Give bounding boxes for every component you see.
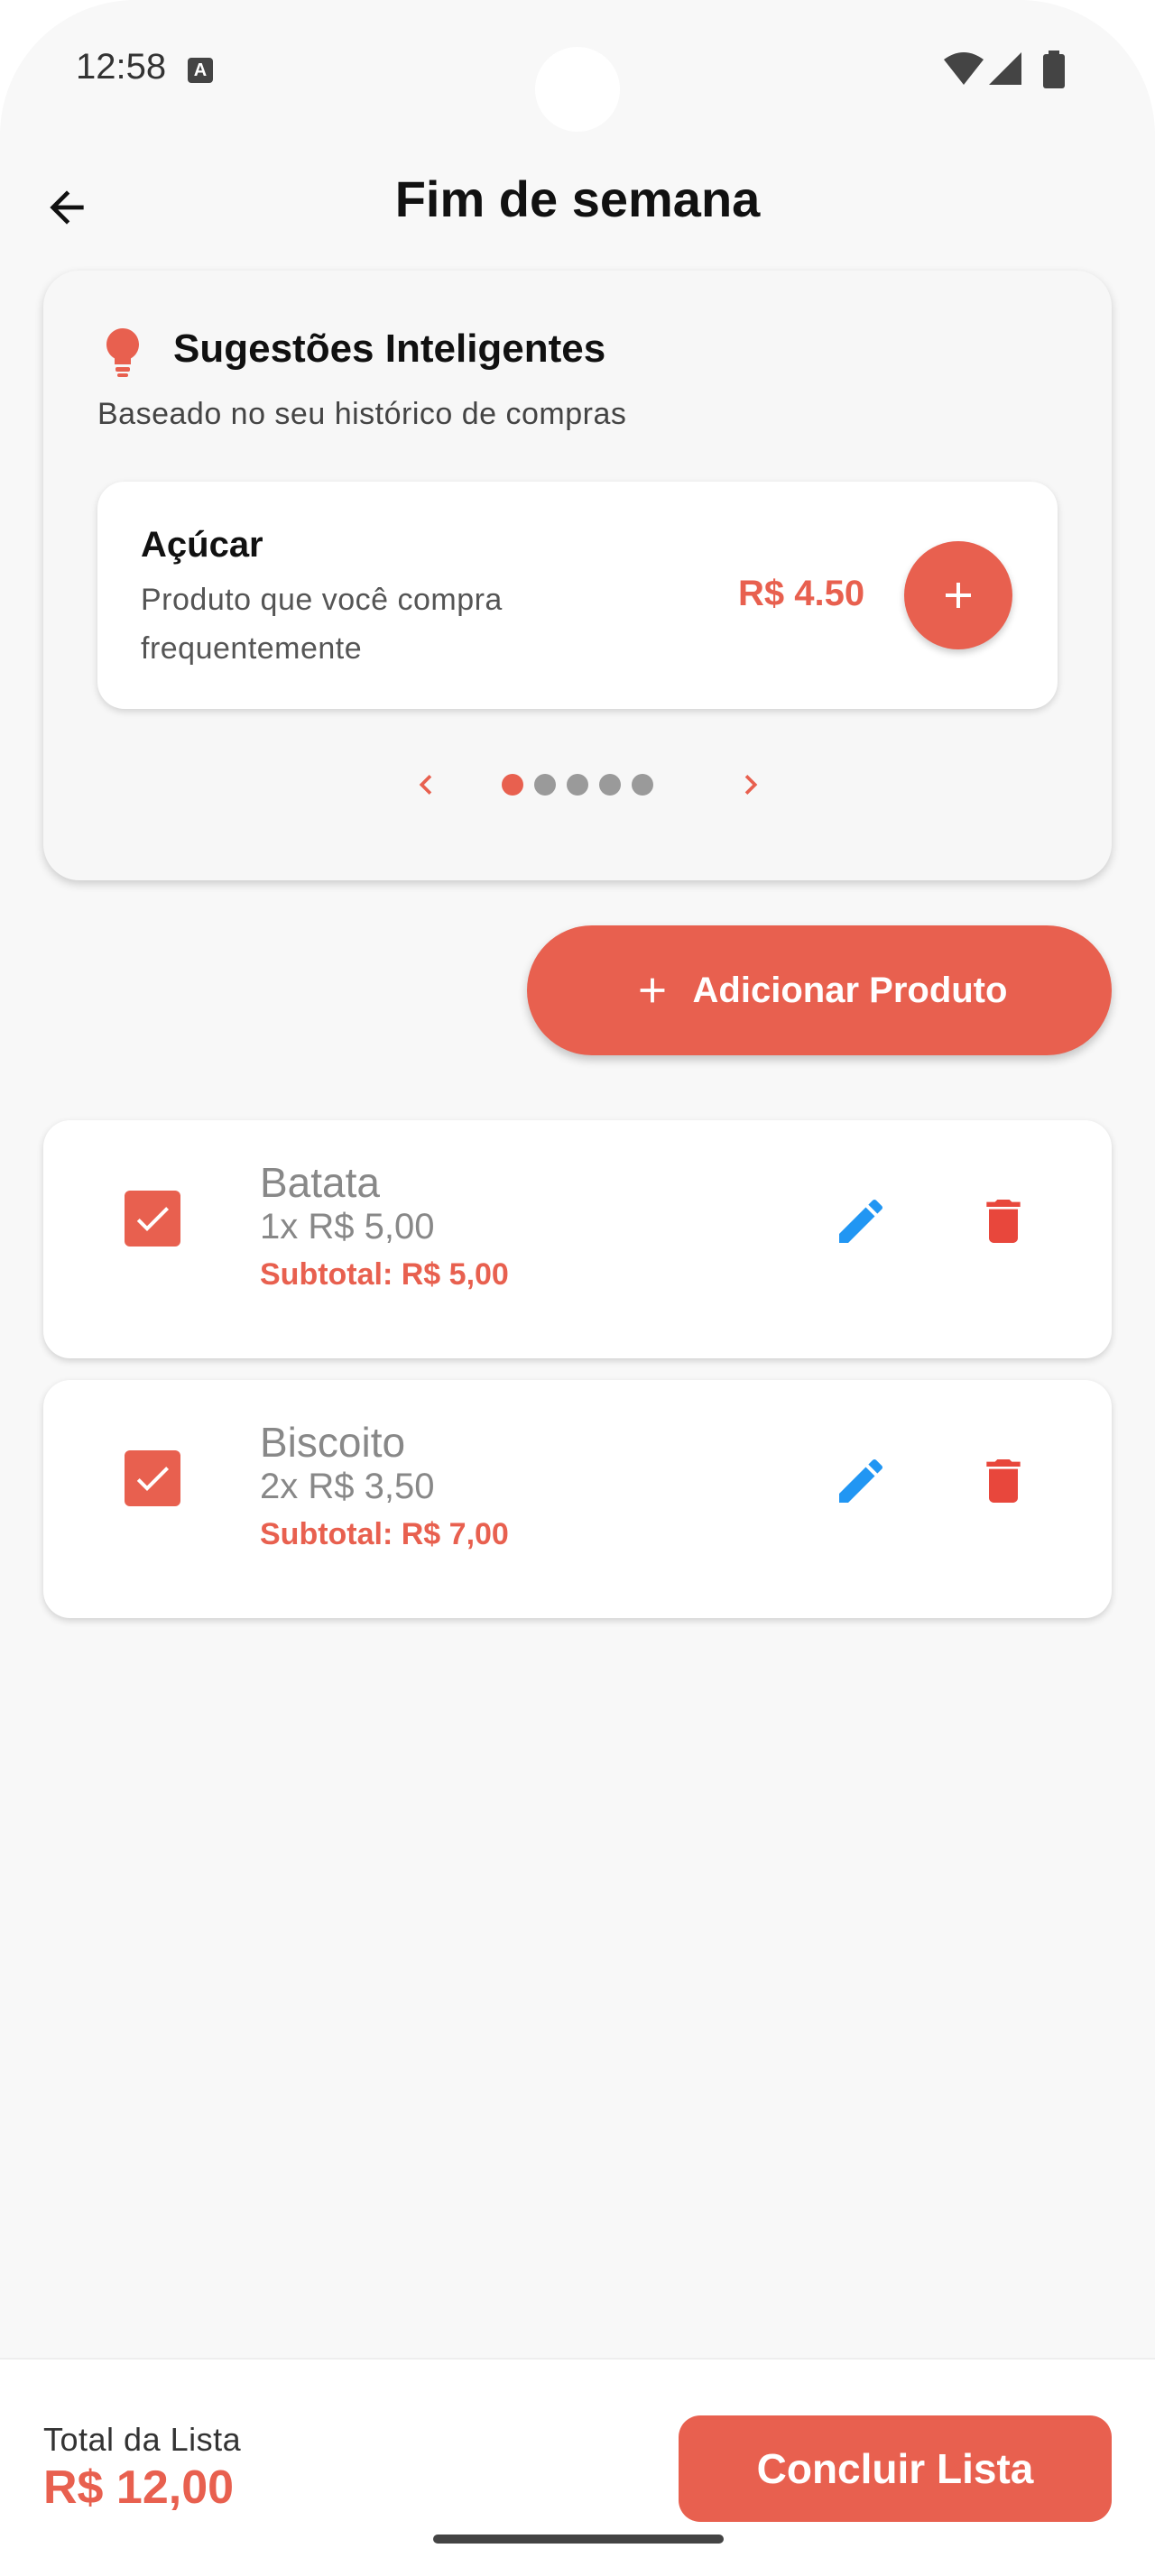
chevron-left-icon [419,775,432,795]
edit-item-button[interactable] [825,1445,897,1517]
item-name: Biscoito [260,1419,406,1466]
signal-icon [989,52,1021,85]
trash-icon [986,1459,1021,1503]
delete-item-button[interactable] [967,1185,1040,1257]
suggested-product-name: Açúcar [141,525,263,565]
list-item: Biscoito 2x R$ 3,50 Subtotal: R$ 7,00 [43,1380,1112,1618]
total-label: Total da Lista [43,2421,242,2458]
plus-icon [946,583,971,608]
gesture-handle[interactable] [433,2535,724,2544]
camera-cutout [535,47,620,132]
item-quantity-price: 1x R$ 5,00 [260,1207,435,1247]
page-dot[interactable] [567,774,588,796]
lightbulb-icon [106,328,139,377]
notification-icon: A [188,58,213,83]
next-suggestion-button[interactable] [724,758,778,812]
status-bar: 12:58 A [0,0,1155,135]
app-bar: Fim de semana [0,153,1155,262]
item-name: Batata [260,1159,380,1206]
list-item: Batata 1x R$ 5,00 Subtotal: R$ 5,00 [43,1120,1112,1358]
trash-icon [986,1200,1021,1243]
page-dot[interactable] [502,774,523,796]
suggested-product-card[interactable]: Açúcar Produto que você compra frequente… [97,482,1058,709]
add-product-label: Adicionar Produto [692,970,1008,1010]
suggestions-title: Sugestões Inteligentes [173,327,606,371]
suggested-product-price: R$ 4.50 [738,574,865,613]
page-dot[interactable] [534,774,556,796]
suggestions-pager [43,758,1112,812]
page-indicator [502,774,653,796]
item-subtotal: Subtotal: R$ 7,00 [260,1517,509,1551]
pencil-icon [839,1458,883,1503]
status-time: 12:58 [76,47,167,87]
page-dot[interactable] [599,774,621,796]
add-suggestion-button[interactable] [904,541,1012,649]
page-title: Fim de semana [394,170,761,227]
item-quantity-price: 2x R$ 3,50 [260,1467,435,1506]
pencil-icon [839,1199,883,1243]
chevron-right-icon [744,775,758,795]
finish-list-button[interactable]: Concluir Lista [679,2415,1112,2522]
total-value: R$ 12,00 [43,2461,235,2514]
battery-icon [1043,51,1065,88]
delete-item-button[interactable] [967,1445,1040,1517]
suggestions-card: Sugestões Inteligentes Baseado no seu hi… [43,271,1112,880]
suggested-product-description: Produto que você compra frequentemente [141,583,503,666]
item-subtotal: Subtotal: R$ 5,00 [260,1257,509,1292]
check-icon [136,1207,169,1231]
system-icons [942,51,1077,92]
previous-suggestion-button[interactable] [399,758,453,812]
edit-item-button[interactable] [825,1185,897,1257]
page-dot[interactable] [632,774,653,796]
phone-screen: 12:58 A Fim de semana Sugestões Intelige… [0,0,1155,2576]
add-product-button[interactable]: Adicionar Produto [527,925,1112,1055]
item-checkbox[interactable] [125,1191,180,1247]
check-icon [136,1467,169,1491]
wifi-icon [944,52,984,85]
plus-icon [640,978,664,1003]
item-checkbox[interactable] [125,1450,180,1506]
suggestions-subtitle: Baseado no seu histórico de compras [97,397,627,431]
